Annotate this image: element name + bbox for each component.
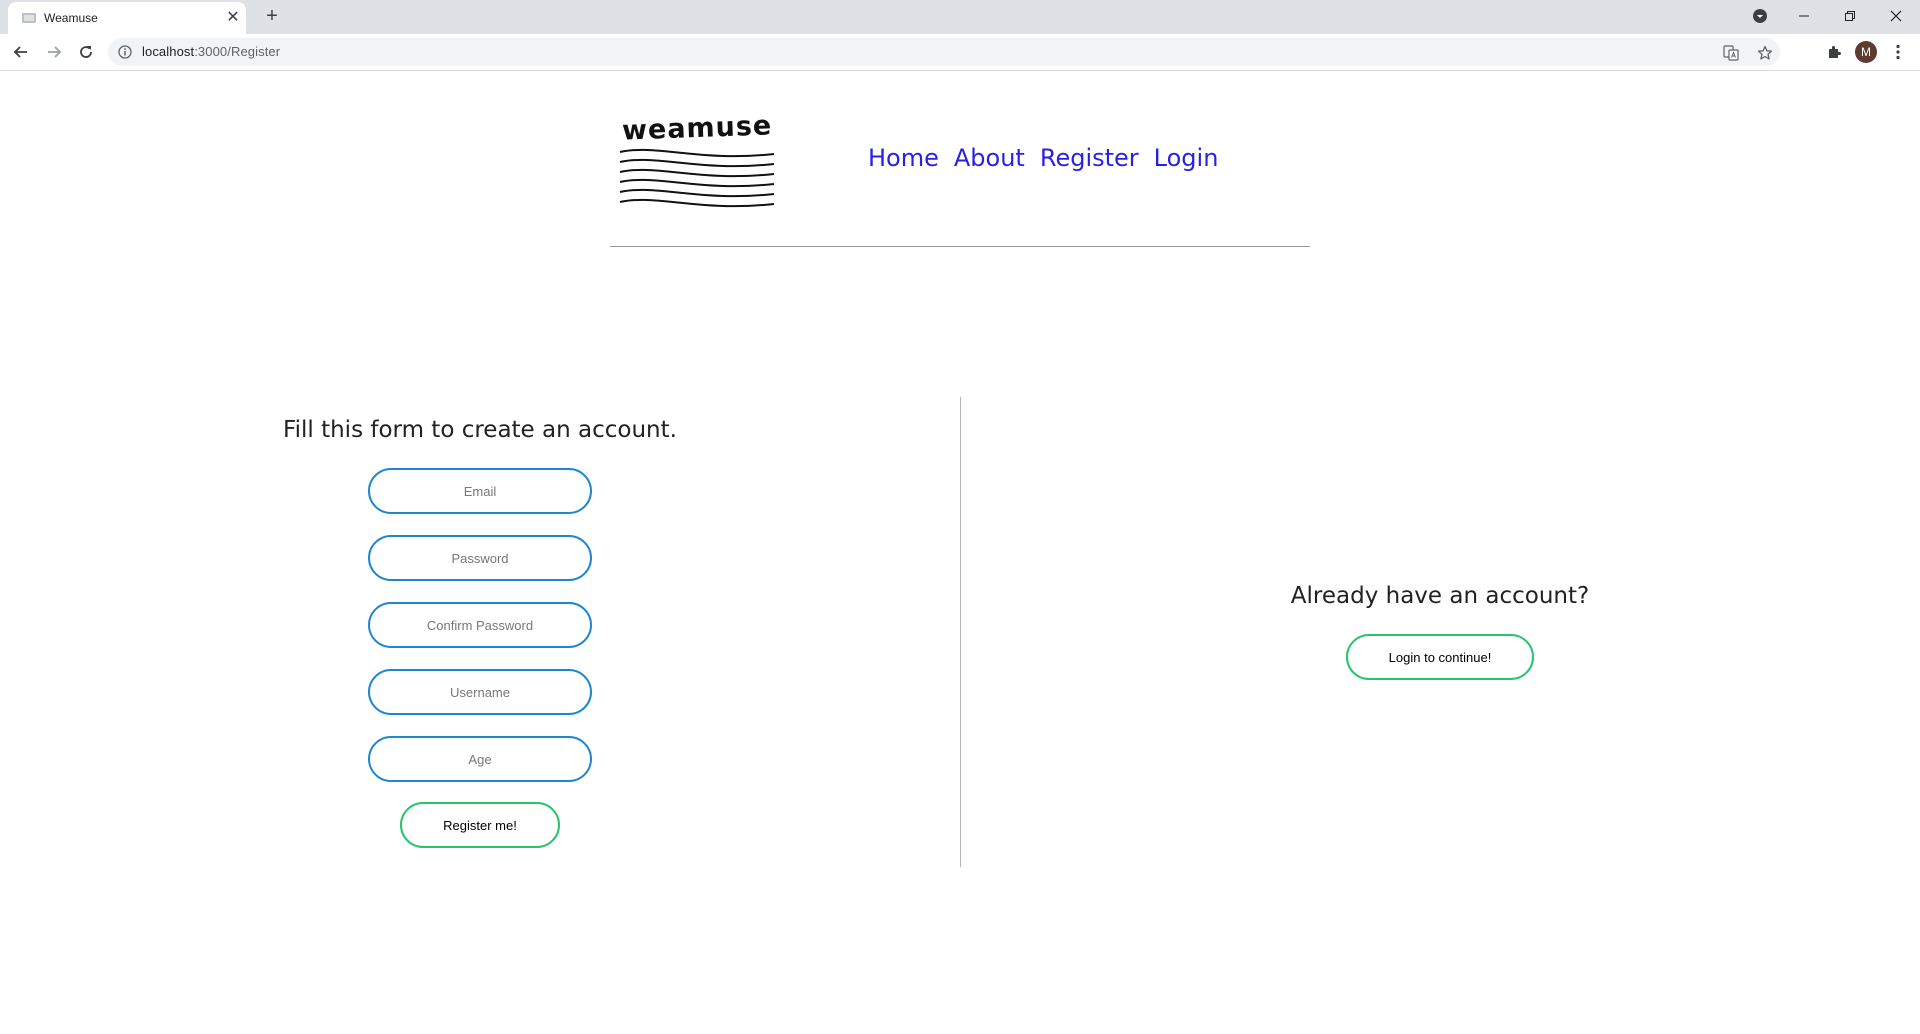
forward-icon[interactable] [43,41,65,63]
url-path: :3000/Register [194,44,281,59]
nav-link-register[interactable]: Register [1040,144,1139,172]
site-info-icon[interactable] [118,45,132,59]
site-logo[interactable]: weamuse [618,110,778,213]
close-window-icon[interactable] [1884,4,1908,28]
register-button[interactable]: Register me! [400,802,560,848]
already-have-account-heading: Already have an account? [1290,583,1590,609]
extensions-puzzle-icon[interactable] [1823,41,1845,63]
reload-icon[interactable] [75,41,97,63]
register-form-heading: Fill this form to create an account. [283,417,677,443]
confirm-password-field[interactable] [368,602,592,648]
translate-icon[interactable] [1723,45,1739,61]
page-content: weamuse Home About Register Login Fill t… [0,71,1920,1034]
restore-icon[interactable] [1838,4,1862,28]
back-icon[interactable] [10,41,32,63]
browser-tabstrip: Weamuse ✕ + [0,0,1920,34]
browser-toolbar: localhost:3000/Register M [0,34,1920,71]
profile-avatar[interactable]: M [1855,41,1877,63]
nav-link-login[interactable]: Login [1154,144,1219,172]
tab-search-icon[interactable] [1748,4,1772,28]
new-tab-icon[interactable]: + [262,6,282,26]
nav-link-home[interactable]: Home [868,144,939,172]
site-nav: Home About Register Login [868,144,1218,172]
logo-waves-icon [619,148,775,208]
tab-close-icon[interactable]: ✕ [225,10,241,26]
browser-tab[interactable]: Weamuse ✕ [8,2,246,34]
email-field[interactable] [368,468,592,514]
url-host: localhost [142,44,195,59]
minimize-icon[interactable] [1792,4,1816,28]
password-field[interactable] [368,535,592,581]
column-divider [960,397,961,867]
username-field[interactable] [368,669,592,715]
logo-wordmark: weamuse [621,110,773,147]
login-to-continue-button[interactable]: Login to continue! [1346,634,1534,680]
age-field[interactable] [368,736,592,782]
url-text[interactable]: localhost:3000/Register [142,44,280,59]
address-bar[interactable]: localhost:3000/Register [108,38,1780,66]
bookmark-star-icon[interactable] [1757,45,1773,61]
nav-link-about[interactable]: About [954,144,1025,172]
page-favicon-icon [22,13,36,23]
more-menu-icon[interactable] [1888,41,1908,63]
tab-title: Weamuse [44,11,98,25]
header-divider [610,246,1310,247]
